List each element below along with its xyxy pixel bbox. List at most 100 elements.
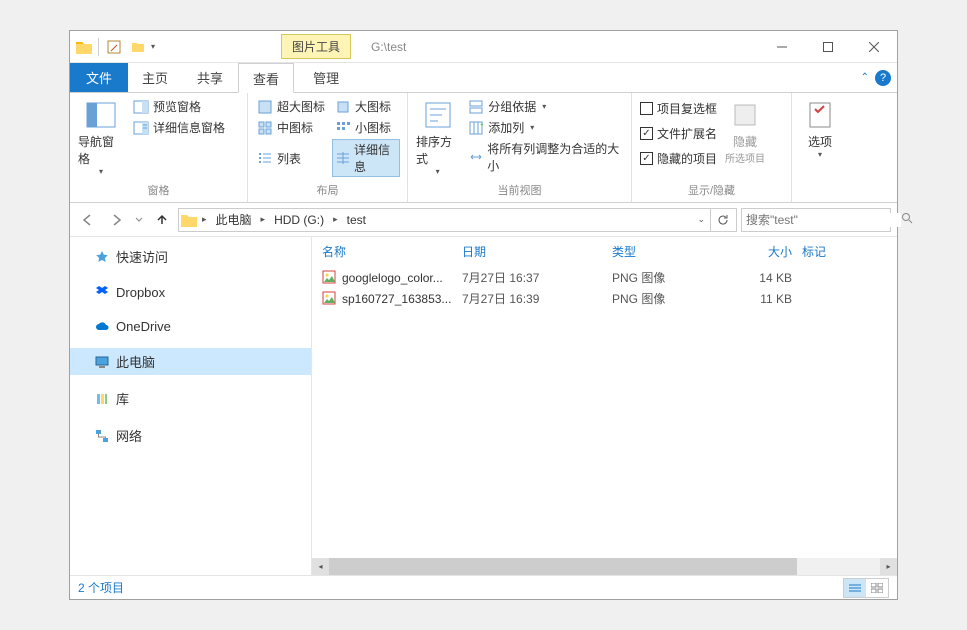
preview-pane-button[interactable]: 预览窗格 <box>130 97 228 116</box>
sidebar-item-quick-access[interactable]: 快速访问 <box>70 243 311 270</box>
tab-home[interactable]: 主页 <box>128 63 183 92</box>
column-size[interactable]: 大小 <box>732 243 802 260</box>
layout-small[interactable]: 小图标 <box>332 118 400 137</box>
add-columns-button[interactable]: +添加列▾ <box>465 118 625 137</box>
contextual-tab-label: 图片工具 <box>281 34 351 59</box>
file-date: 7月27日 16:37 <box>462 269 612 286</box>
checkbox-item-checkboxes[interactable]: 项目复选框 <box>638 99 719 118</box>
show-hide-group-label: 显示/隐藏 <box>638 180 785 202</box>
file-name: googlelogo_color... <box>342 271 443 285</box>
explorer-window: ▾ 图片工具 G:\test 文件 主页 共享 查看 管理 ⌃ ? 导航窗格 <box>69 30 898 600</box>
autosize-columns-button[interactable]: 将所有列调整为合适的大小 <box>465 139 625 175</box>
sidebar-item-network[interactable]: 网络 <box>70 422 311 449</box>
ribbon: 导航窗格 ▾ 预览窗格 详细信息窗格 窗格 <box>70 93 897 203</box>
navigation-sidebar: 快速访问 Dropbox OneDrive 此电脑 库 网络 <box>70 237 312 575</box>
tab-share[interactable]: 共享 <box>183 63 238 92</box>
column-type[interactable]: 类型 <box>612 243 732 260</box>
forward-button[interactable] <box>104 208 128 232</box>
column-name[interactable]: 名称 <box>322 243 462 260</box>
address-bar[interactable]: ▸ 此电脑 ▸ HDD (G:) ▸ test ⌄ <box>178 208 737 232</box>
ribbon-group-options: 选项 ▾ <box>792 93 848 202</box>
chevron-right-icon[interactable]: ▸ <box>258 212 269 227</box>
file-size: 11 KB <box>732 292 802 306</box>
view-thumbnails-button[interactable] <box>866 579 888 597</box>
checkbox-hidden-items[interactable]: ✓隐藏的项目 <box>638 149 719 168</box>
breadcrumb-folder[interactable]: test <box>343 211 370 229</box>
options-button[interactable]: 选项 ▾ <box>798 97 842 161</box>
view-details-button[interactable] <box>844 579 866 597</box>
checkbox-file-extensions[interactable]: ✓文件扩展名 <box>638 124 719 143</box>
sort-by-button[interactable]: 排序方式 ▾ <box>414 97 461 178</box>
column-date[interactable]: 日期 <box>462 243 612 260</box>
column-tags[interactable]: 标记 <box>802 243 862 260</box>
layout-details[interactable]: 详细信息 <box>332 139 400 177</box>
chevron-right-icon[interactable]: ▸ <box>199 212 210 227</box>
file-date: 7月27日 16:39 <box>462 290 612 307</box>
qat-new-folder-button[interactable] <box>127 36 149 58</box>
close-button[interactable] <box>851 32 897 62</box>
minimize-button[interactable] <box>759 32 805 62</box>
history-dropdown[interactable] <box>132 208 146 232</box>
breadcrumb-drive[interactable]: HDD (G:) <box>270 211 328 229</box>
checkbox-checked-icon: ✓ <box>640 127 653 140</box>
sidebar-item-libraries[interactable]: 库 <box>70 385 311 412</box>
help-icon[interactable]: ? <box>875 70 891 86</box>
sidebar-item-dropbox[interactable]: Dropbox <box>70 280 311 304</box>
layout-medium[interactable]: 中图标 <box>254 118 330 137</box>
tab-file[interactable]: 文件 <box>70 63 128 92</box>
ribbon-collapse-button[interactable]: ⌃ <box>861 72 869 83</box>
view-toggle <box>843 578 889 598</box>
image-file-icon <box>322 270 338 286</box>
chevron-right-icon[interactable]: ▸ <box>330 212 341 227</box>
layout-extra-large[interactable]: 超大图标 <box>254 97 330 116</box>
back-button[interactable] <box>76 208 100 232</box>
checkbox-checked-icon: ✓ <box>640 152 653 165</box>
hide-selected-button[interactable]: 隐藏 所选项目 <box>723 97 767 167</box>
folder-icon <box>181 212 197 228</box>
preview-pane-label: 预览窗格 <box>153 98 201 115</box>
scroll-left-button[interactable]: ◂ <box>312 558 329 575</box>
details-pane-button[interactable]: 详细信息窗格 <box>130 118 228 137</box>
content-area: 快速访问 Dropbox OneDrive 此电脑 库 网络 名称 日期 类型 … <box>70 237 897 575</box>
layout-large[interactable]: 大图标 <box>332 97 400 116</box>
file-row[interactable]: sp160727_163853... 7月27日 16:39 PNG 图像 11… <box>312 288 897 309</box>
qat-customize-dropdown[interactable]: ▾ <box>151 42 161 51</box>
up-button[interactable] <box>150 208 174 232</box>
search-icon[interactable] <box>901 211 913 229</box>
file-name: sp160727_163853... <box>342 292 451 306</box>
checkbox-icon <box>640 102 653 115</box>
maximize-button[interactable] <box>805 32 851 62</box>
breadcrumb-this-pc[interactable]: 此电脑 <box>212 209 256 230</box>
qat-properties-button[interactable] <box>103 36 125 58</box>
cloud-icon <box>94 318 110 334</box>
file-type: PNG 图像 <box>612 290 732 307</box>
star-icon <box>94 249 110 265</box>
ribbon-tabs: 文件 主页 共享 查看 管理 ⌃ ? <box>70 63 897 93</box>
navigation-pane-button[interactable]: 导航窗格 ▾ <box>76 97 126 178</box>
tab-view[interactable]: 查看 <box>238 63 294 93</box>
scroll-track[interactable] <box>329 558 880 575</box>
file-size: 14 KB <box>732 271 802 285</box>
layout-group-label: 布局 <box>254 180 401 202</box>
search-input[interactable] <box>746 213 901 227</box>
address-dropdown[interactable]: ⌄ <box>694 212 708 227</box>
status-bar: 2 个项目 <box>70 575 897 599</box>
item-count: 2 个项目 <box>78 579 124 596</box>
sidebar-item-this-pc[interactable]: 此电脑 <box>70 348 311 375</box>
ribbon-group-layout: 超大图标 大图标 中图标 小图标 列表 详细信息 布局 <box>248 93 408 202</box>
file-row[interactable]: googlelogo_color... 7月27日 16:37 PNG 图像 1… <box>312 267 897 288</box>
details-pane-label: 详细信息窗格 <box>153 119 225 136</box>
group-by-button[interactable]: 分组依据▾ <box>465 97 625 116</box>
tab-manage[interactable]: 管理 <box>299 63 354 92</box>
refresh-button[interactable] <box>710 209 734 231</box>
column-headers: 名称 日期 类型 大小 标记 <box>312 237 897 267</box>
horizontal-scrollbar[interactable]: ◂ ▸ <box>312 558 897 575</box>
sidebar-item-onedrive[interactable]: OneDrive <box>70 314 311 338</box>
layout-list[interactable]: 列表 <box>254 139 330 177</box>
search-box[interactable] <box>741 208 891 232</box>
scroll-right-button[interactable]: ▸ <box>880 558 897 575</box>
ribbon-group-current-view: 排序方式 ▾ 分组依据▾ +添加列▾ 将所有列调整为合适的大小 当前视图 <box>408 93 632 202</box>
image-file-icon <box>322 291 338 307</box>
scroll-thumb[interactable] <box>329 558 797 575</box>
network-icon <box>94 428 110 444</box>
